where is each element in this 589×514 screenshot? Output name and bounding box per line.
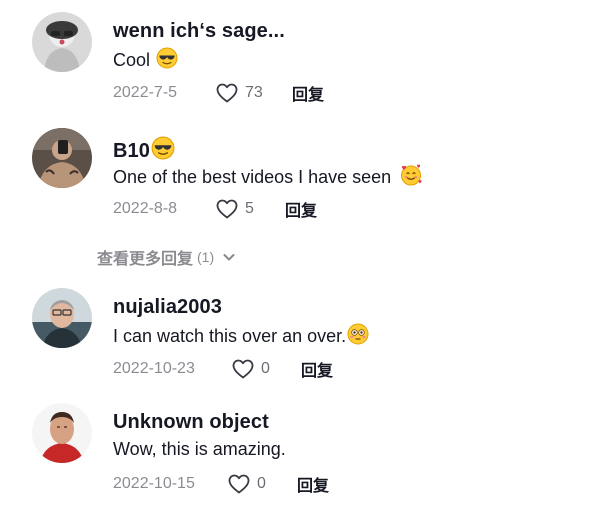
flushed-face-emoji-icon (347, 323, 369, 350)
reply-button[interactable]: 回复 (292, 81, 324, 105)
chevron-down-icon (223, 254, 235, 261)
reply-button[interactable]: 回复 (285, 197, 317, 221)
heart-icon (216, 199, 238, 219)
heart-icon (228, 474, 250, 494)
like-button[interactable]: 73 (215, 81, 292, 105)
heart-icon (216, 83, 238, 103)
comment-text: Cool (113, 47, 178, 74)
comment-meta: 2022-10-23 0 回复 (113, 357, 333, 381)
like-button[interactable]: 0 (231, 357, 301, 381)
comment-date: 2022-10-15 (113, 475, 195, 492)
comment-text-content: Cool (113, 50, 151, 70)
sunglasses-emoji-icon (151, 136, 175, 166)
smiling-face-with-hearts-emoji-icon (399, 163, 423, 192)
avatar[interactable] (32, 288, 92, 348)
comment-username-text: B10 (113, 139, 150, 162)
avatar[interactable] (32, 128, 92, 188)
sunglasses-emoji-icon (156, 47, 178, 74)
reply-button[interactable]: 回复 (297, 472, 329, 496)
comment-text: Wow, this is amazing. (113, 439, 286, 460)
comment-meta: 2022-10-15 0 回复 (113, 472, 329, 496)
comment-username[interactable]: Unknown object (113, 411, 269, 434)
comment-text-content: Wow, this is amazing. (113, 439, 286, 459)
comment-text: One of the best videos I have seen (113, 163, 423, 192)
comment-date: 2022-10-23 (113, 360, 195, 377)
like-button[interactable]: 5 (215, 197, 285, 221)
comment-username[interactable]: B10 (113, 136, 175, 166)
comment-meta: 2022-8-8 5 回复 (113, 197, 317, 221)
avatar[interactable] (32, 12, 92, 72)
like-button[interactable]: 0 (227, 472, 297, 496)
heart-icon (232, 359, 254, 379)
avatar[interactable] (32, 403, 92, 463)
view-more-replies-button[interactable]: 查看更多回复 (1) (97, 245, 236, 269)
comment-meta: 2022-7-5 73 回复 (113, 81, 324, 105)
view-more-count: (1) (197, 249, 215, 265)
comment-date: 2022-8-8 (113, 200, 178, 217)
view-more-label: 查看更多回复 (97, 251, 194, 268)
comment-text: I can watch this over an over. (113, 323, 369, 350)
comment-text-content: One of the best videos I have seen (113, 167, 392, 187)
like-count: 0 (261, 360, 270, 377)
like-count: 73 (245, 84, 263, 101)
reply-button[interactable]: 回复 (301, 357, 333, 381)
like-count: 0 (257, 475, 266, 492)
comment-text-content: I can watch this over an over. (113, 326, 347, 346)
like-count: 5 (245, 200, 254, 217)
comment-date: 2022-7-5 (113, 84, 178, 101)
comment-username[interactable]: nujalia2003 (113, 296, 222, 319)
comment-username[interactable]: wenn ich‘s sage... (113, 20, 285, 43)
